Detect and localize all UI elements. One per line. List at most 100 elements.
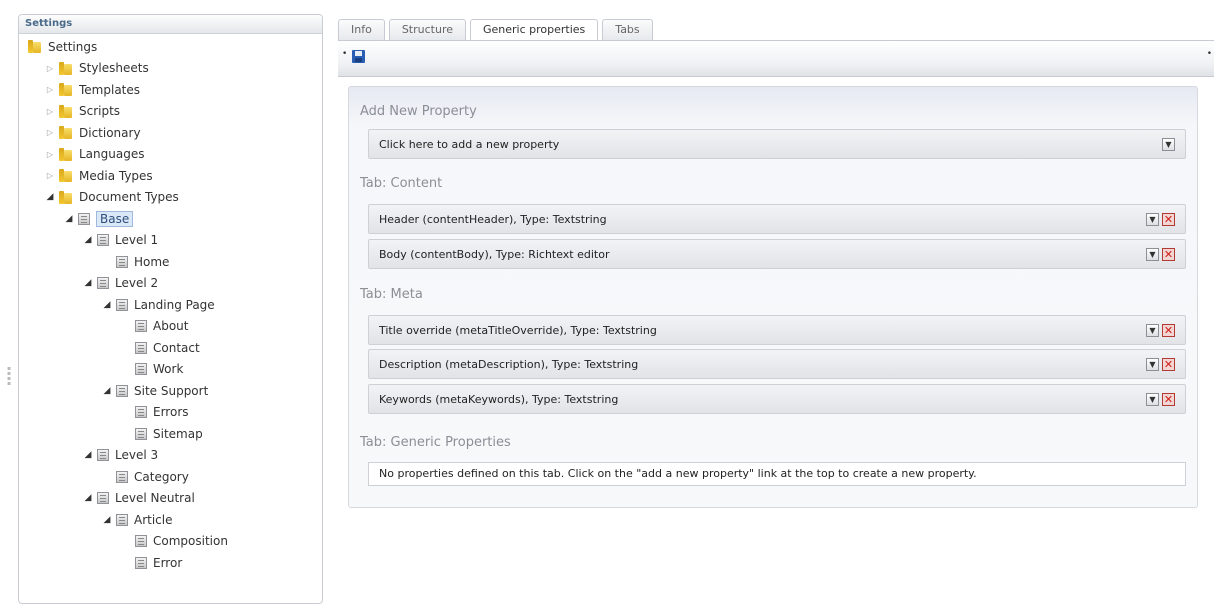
tree-node-label: Languages [79, 147, 145, 161]
settings-tree-panel: Settings Settings ▷ Stylesheets ▷ Templates ▷… [18, 14, 323, 604]
tree-node-landing-page[interactable]: ◢ Landing Page [101, 294, 215, 315]
folder-icon [59, 83, 73, 96]
tab-generic-properties[interactable]: Generic properties [470, 19, 599, 41]
tree-node-sitemap[interactable]: Sitemap [120, 423, 203, 444]
expanded-arrow-icon[interactable]: ◢ [101, 386, 113, 396]
save-icon[interactable] [352, 50, 365, 63]
delete-icon[interactable]: ✕ [1162, 323, 1175, 337]
property-row[interactable]: Body (contentBody), Type: Richtext edito… [368, 239, 1186, 269]
document-type-icon [78, 212, 90, 225]
tree-node-level-2[interactable]: ◢ Level 2 [82, 273, 159, 294]
chevron-down-icon[interactable]: ▼ [1162, 137, 1175, 151]
tree-node-document-types[interactable]: ◢ Document Types [44, 187, 179, 208]
tree-node-errors[interactable]: Errors [120, 402, 189, 423]
tree-node-media-types[interactable]: ▷ Media Types [44, 165, 153, 186]
tree-node-label: Media Types [79, 168, 153, 183]
tree-node-stylesheets[interactable]: ▷ Stylesheets [44, 58, 149, 79]
chevron-down-icon[interactable]: ▼ [1146, 247, 1159, 261]
expanded-arrow-icon[interactable]: ◢ [82, 235, 94, 245]
property-label: Body (contentBody), Type: Richtext edito… [379, 247, 610, 261]
document-type-icon [135, 363, 147, 375]
folder-icon [59, 126, 73, 139]
tree-node-label: About [153, 319, 189, 333]
generic-properties-section-title: Tab: Generic Properties [360, 435, 511, 450]
expanded-arrow-icon[interactable]: ◢ [82, 450, 94, 460]
tree-node-label: Level 3 [115, 448, 159, 462]
delete-icon[interactable]: ✕ [1162, 392, 1175, 406]
tree-node-label: Home [134, 254, 170, 269]
document-type-icon [116, 255, 128, 268]
chevron-down-icon[interactable]: ▼ [1146, 392, 1159, 406]
tree-node-scripts[interactable]: ▷ Scripts [44, 101, 120, 122]
tree-node-label: Dictionary [79, 125, 141, 140]
tree-node-about[interactable]: About [120, 316, 188, 337]
property-group-title: Tab: Content [360, 176, 443, 191]
tab-info[interactable]: Info [338, 19, 385, 40]
document-type-icon [97, 277, 109, 289]
tree-node-templates[interactable]: ▷ Templates [44, 79, 140, 100]
tree-node-contact[interactable]: Contact [120, 337, 200, 358]
editor-tabs: Info Structure Generic properties Tabs [338, 19, 657, 41]
expanded-arrow-icon[interactable]: ◢ [63, 214, 75, 224]
tree-node-label: Composition [153, 534, 228, 548]
collapsed-arrow-icon[interactable]: ▷ [44, 150, 56, 159]
property-label: Keywords (metaKeywords), Type: Textstrin… [379, 392, 619, 406]
tree-node-site-support[interactable]: ◢ Site Support [101, 380, 209, 401]
collapsed-arrow-icon[interactable]: ▷ [44, 85, 56, 94]
tree-node-settings[interactable]: Settings [25, 36, 97, 57]
tree-node-base[interactable]: ◢ Base [63, 208, 134, 229]
chevron-down-icon[interactable]: ▼ [1146, 357, 1159, 371]
tree-node-label: Document Types [79, 190, 179, 204]
expanded-arrow-icon[interactable]: ◢ [44, 192, 56, 202]
tree-node-label: Sitemap [153, 426, 203, 441]
tree-node-label: Settings [48, 39, 98, 54]
tree-node-dictionary[interactable]: ▷ Dictionary [44, 122, 141, 143]
expanded-arrow-icon[interactable]: ◢ [101, 515, 113, 525]
chevron-down-icon[interactable]: ▼ [1146, 212, 1159, 226]
document-type-icon [135, 406, 147, 418]
tree-node-error[interactable]: Error [120, 552, 182, 573]
chevron-down-icon[interactable]: ▼ [1146, 323, 1159, 337]
add-new-property-row[interactable]: Click here to add a new property ▼ [368, 129, 1186, 159]
document-type-icon [97, 234, 109, 246]
collapsed-arrow-icon[interactable]: ▷ [44, 64, 56, 73]
document-type-icon [97, 492, 109, 504]
tree-node-level-neutral[interactable]: ◢ Level Neutral [82, 488, 195, 509]
expanded-arrow-icon[interactable]: ◢ [101, 300, 113, 310]
collapsed-arrow-icon[interactable]: ▷ [44, 128, 56, 137]
tree-node-home[interactable]: Home [101, 251, 169, 272]
document-type-icon [135, 320, 147, 332]
collapsed-arrow-icon[interactable]: ▷ [44, 107, 56, 116]
tree-node-label: Errors [153, 405, 189, 419]
document-type-icon [135, 427, 147, 440]
tree-node-level-3[interactable]: ◢ Level 3 [82, 445, 159, 466]
tree-node-article[interactable]: ◢ Article [101, 509, 173, 530]
folder-icon [59, 147, 73, 161]
tree-node-composition[interactable]: Composition [120, 531, 228, 552]
property-row[interactable]: Header (contentHeader), Type: Textstring… [368, 204, 1186, 234]
delete-icon[interactable]: ✕ [1162, 357, 1175, 371]
tree-node-work[interactable]: Work [120, 359, 183, 380]
property-group-title: Tab: Meta [360, 287, 423, 302]
delete-icon[interactable]: ✕ [1162, 247, 1175, 261]
folder-icon [59, 190, 73, 204]
property-row[interactable]: Keywords (metaKeywords), Type: Textstrin… [368, 384, 1186, 414]
tab-structure[interactable]: Structure [388, 19, 466, 40]
property-row[interactable]: Description (metaDescription), Type: Tex… [368, 349, 1186, 379]
tab-tabs[interactable]: Tabs [602, 19, 653, 40]
panel-splitter-handle[interactable]: ▪ ▪ ▪ ▪ [7, 366, 11, 396]
property-row[interactable]: Title override (metaTitleOverride), Type… [368, 315, 1186, 345]
tree-node-languages[interactable]: ▷ Languages [44, 144, 145, 165]
document-type-icon [116, 513, 128, 526]
document-type-icon [116, 298, 128, 311]
tree-node-category[interactable]: Category [101, 466, 189, 487]
collapsed-arrow-icon[interactable]: ▷ [44, 171, 56, 180]
property-label: Header (contentHeader), Type: Textstring [379, 212, 607, 226]
expanded-arrow-icon[interactable]: ◢ [82, 278, 94, 288]
expanded-arrow-icon[interactable]: ◢ [82, 493, 94, 503]
folder-icon [59, 104, 73, 118]
tree-node-level-1[interactable]: ◢ Level 1 [82, 230, 159, 251]
delete-icon[interactable]: ✕ [1162, 212, 1175, 226]
tree-node-label: Contact [153, 340, 200, 355]
tree-node-label: Category [134, 469, 189, 484]
